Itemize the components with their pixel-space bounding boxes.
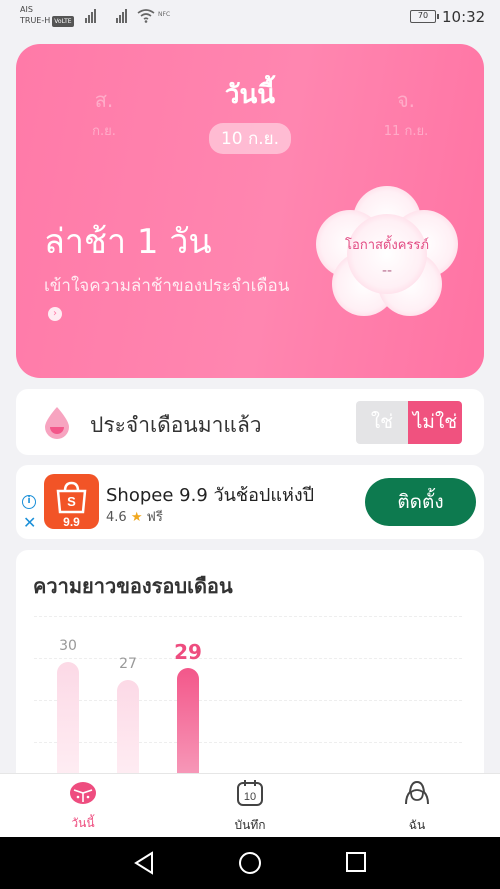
chart-bar-label: 27 <box>119 656 137 672</box>
date-prev[interactable]: ส. ก.ย. <box>74 84 134 141</box>
back-icon[interactable] <box>133 851 155 875</box>
cycle-status: ล่าช้า 1 วัน <box>44 222 212 262</box>
ad-info-icon[interactable]: i <box>22 495 36 509</box>
blood-drop-icon <box>45 407 69 439</box>
shopee-logo-letter: S <box>67 494 76 509</box>
carrier-name: AIS <box>20 5 33 14</box>
date-current-date: 10 ก.ย. <box>208 123 292 154</box>
clock: 10:32 <box>442 8 486 26</box>
understand-delay-link[interactable]: เข้าใจความล่าช้าของประจำเดือน › <box>44 272 294 328</box>
date-prev-day: ส. <box>94 88 114 112</box>
chart-bar <box>57 662 79 790</box>
nav-today-label: วันนี้ <box>71 816 95 830</box>
star-icon: ★ <box>130 510 143 525</box>
signal-icon-2 <box>116 9 127 23</box>
cycle-length-card[interactable]: ความยาวของรอบเดือน 30 27 29 <box>16 550 484 790</box>
period-no-button[interactable]: ไม่ใช่ <box>408 401 462 444</box>
cycle-length-title: ความยาวของรอบเดือน <box>33 574 233 598</box>
pregnancy-chance: โอกาสตั้งครรภ์ -- <box>312 234 462 279</box>
shopee-logo: S 9.9 <box>44 474 99 529</box>
date-next-day: จ. <box>396 88 416 112</box>
status-bar: AIS TRUE-H VoLTE NFC 70 10:32 <box>0 0 500 36</box>
shopee-logo-text: 9.9 <box>63 515 80 529</box>
period-yes-button[interactable]: ใช่ <box>356 401 408 444</box>
pregnancy-chance-value: -- <box>381 263 393 279</box>
nav-today[interactable]: วันนี้ <box>43 778 123 833</box>
pregnancy-chance-label: โอกาสตั้งครรภ์ <box>345 238 429 253</box>
date-current-day: วันนี้ <box>224 80 276 110</box>
carrier-info: AIS TRUE-H VoLTE <box>20 4 74 27</box>
nav-record[interactable]: 10 บันทึก <box>210 778 290 835</box>
period-arrived-label: ประจำเดือนมาแล้ว <box>90 413 262 437</box>
signal-icon <box>85 9 96 23</box>
volte-badge: VoLTE <box>52 16 74 27</box>
nfc-icon: NFC <box>158 11 171 18</box>
date-current[interactable]: วันนี้ 10 ก.ย. <box>200 74 300 154</box>
understand-delay-text: เข้าใจความล่าช้าของประจำเดือน <box>44 276 290 296</box>
today-card: ส. ก.ย. วันนี้ 10 ก.ย. จ. 11 ก.ย. ล่าช้า… <box>16 44 484 378</box>
calendar-icon-date: 10 <box>244 791 256 803</box>
ad-title: Shopee 9.9 วันช้อปแห่งปี <box>106 485 315 506</box>
chart-bar <box>177 668 199 790</box>
date-next-date: 11 ก.ย. <box>383 124 429 139</box>
profile-icon <box>405 780 429 805</box>
period-arrived-card: ประจำเดือนมาแล้ว ใช่ ไม่ใช่ <box>16 389 484 455</box>
chart-gridline <box>34 658 462 659</box>
ad-rating-value: 4.6 <box>106 510 127 525</box>
ad-price: ฟรี <box>146 510 163 525</box>
bottom-nav: วันนี้ 10 บันทึก ฉัน <box>0 773 500 837</box>
chevron-right-icon: › <box>48 307 62 321</box>
chart-gridline <box>34 700 462 701</box>
system-nav-bar <box>0 837 500 889</box>
install-button[interactable]: ติดตั้ง <box>365 478 476 526</box>
battery-icon: 70 <box>410 10 439 23</box>
chart-gridline <box>34 616 462 617</box>
nav-record-label: บันทึก <box>234 818 266 832</box>
date-next[interactable]: จ. 11 ก.ย. <box>376 84 436 141</box>
nav-me[interactable]: ฉัน <box>377 778 457 835</box>
calendar-icon: 10 <box>237 780 263 806</box>
chart-bar-label: 30 <box>59 638 77 654</box>
today-icon <box>70 782 96 804</box>
ad-rating: 4.6 ★ ฟรี <box>106 506 163 527</box>
recents-icon[interactable] <box>345 851 367 873</box>
date-prev-date: ก.ย. <box>92 124 116 139</box>
carrier-name-2: TRUE-H <box>20 16 51 25</box>
chart-bar-label: 29 <box>174 640 202 664</box>
wifi-icon <box>137 9 155 23</box>
home-icon[interactable] <box>238 851 262 875</box>
close-icon[interactable]: ✕ <box>23 515 36 531</box>
period-toggle: ใช่ ไม่ใช่ <box>356 401 462 444</box>
ad-banner[interactable]: i ✕ S 9.9 Shopee 9.9 วันช้อปแห่งปี 4.6 ★… <box>16 465 484 539</box>
chart-gridline <box>34 742 462 743</box>
nav-me-label: ฉัน <box>408 818 426 832</box>
